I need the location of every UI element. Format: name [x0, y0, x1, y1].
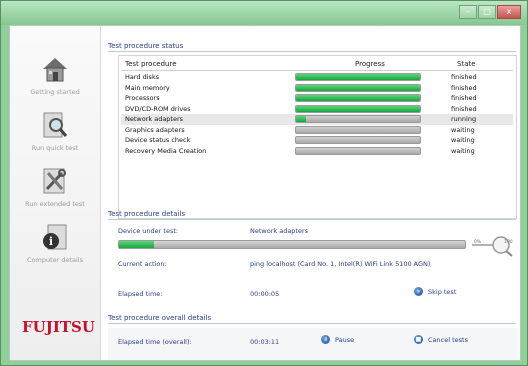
tools-icon [40, 166, 70, 196]
test-name: Network adapters [125, 115, 184, 123]
progress-bar [295, 115, 421, 123]
test-name: Recovery Media Creation [125, 146, 207, 155]
overall-elapsed-value: 00:03:11 [250, 338, 280, 346]
cancel-icon: ■ [414, 335, 423, 344]
test-state: finished [451, 83, 477, 92]
table-row: DVD/CD-ROM drives finished [121, 104, 513, 115]
divider [108, 51, 516, 52]
svg-text:i: i [49, 235, 53, 248]
sidebar-item-run-extended-test[interactable]: Run extended test [10, 166, 100, 208]
table-row: Network adapters running [121, 114, 513, 125]
test-state: waiting [451, 125, 475, 134]
info-icon: i [40, 222, 70, 252]
device-label: Device under test: [118, 227, 179, 235]
test-name: Graphics adapters [125, 125, 185, 134]
test-state: running [451, 115, 477, 123]
pause-button[interactable]: ॥ Pause [321, 335, 354, 344]
magnifier-icon [40, 110, 70, 140]
house-icon [40, 54, 70, 84]
gauge-max-label: 100 [504, 239, 513, 245]
pause-icon: ॥ [321, 335, 330, 344]
progress-bar [295, 94, 421, 102]
sidebar-item-getting-started[interactable]: Getting started [10, 54, 100, 96]
table-row: Main memory finished [121, 83, 513, 94]
progress-bar [295, 104, 421, 113]
table-row: Graphics adapters waiting [121, 125, 513, 136]
details-section-title: Test procedure details [108, 210, 186, 218]
column-header-test: Test procedure [125, 60, 177, 68]
sidebar-item-run-quick-test[interactable]: Run quick test [10, 110, 100, 152]
test-name: DVD/CD-ROM drives [125, 104, 191, 113]
progress-fill [296, 105, 420, 112]
progress-bar [295, 83, 421, 92]
client-area: Getting started Run quick test Run exten… [9, 25, 521, 361]
table-row: Processors finished [121, 93, 513, 104]
minimize-button[interactable]: – [459, 5, 477, 19]
status-table: Test procedure Progress State Hard disks… [118, 55, 517, 219]
device-value: Network adapters [250, 227, 309, 235]
close-button[interactable]: x [497, 5, 521, 19]
app-window: – □ x Getting started Run quick test Run… [0, 0, 528, 366]
action-label: Current action: [118, 260, 167, 268]
overall-section-title: Test procedure overall details [108, 314, 212, 322]
progress-fill [296, 116, 306, 122]
sidebar-item-label: Getting started [30, 88, 80, 96]
progress-fill [296, 84, 420, 91]
action-value: ping localhost (Card No. 1, Intel(R) WiF… [250, 260, 431, 268]
pause-label: Pause [335, 335, 355, 344]
test-state: waiting [451, 136, 475, 144]
main-panel: Test procedure status Test procedure Pro… [108, 26, 518, 360]
progress-bar [295, 146, 421, 155]
sidebar-item-label: Run quick test [31, 144, 79, 152]
cancel-tests-label: Cancel tests [428, 335, 468, 344]
progress-fill [296, 74, 420, 80]
title-bar[interactable]: – □ x [1, 1, 527, 25]
progress-bar [295, 125, 421, 134]
test-state: finished [451, 73, 477, 81]
sidebar: Getting started Run quick test Run exten… [10, 26, 101, 360]
test-state: waiting [451, 146, 475, 155]
divider [108, 219, 516, 220]
maximize-button[interactable]: □ [478, 5, 496, 19]
fujitsu-logo: FUJITSU [22, 318, 95, 336]
test-name: Main memory [125, 83, 170, 92]
divider [108, 323, 516, 324]
gauge-min-label: 0% [474, 239, 482, 245]
table-row: Device status check waiting [121, 135, 513, 146]
progress-fill [119, 241, 154, 248]
skip-test-button[interactable]: » Skip test [414, 287, 456, 296]
skip-test-label: Skip test [428, 287, 457, 296]
cancel-tests-button[interactable]: ■ Cancel tests [414, 335, 468, 344]
skip-icon: » [414, 287, 423, 296]
table-row: Hard disks finished [121, 72, 513, 83]
progress-bar [295, 73, 421, 81]
window-controls: – □ x [458, 5, 521, 19]
progress-fill [296, 95, 420, 101]
gauge-icon: 0% 100 [472, 233, 514, 257]
test-name: Hard disks [125, 73, 160, 81]
sidebar-item-label: Computer details [26, 256, 84, 264]
table-row: Recovery Media Creation waiting [121, 146, 513, 157]
status-section-title: Test procedure status [108, 42, 184, 50]
sidebar-item-computer-details[interactable]: i Computer details [10, 222, 100, 264]
test-state: finished [451, 94, 477, 102]
column-header-state: State [457, 60, 476, 68]
header-divider [121, 70, 513, 71]
column-header-progress: Progress [355, 60, 385, 68]
overall-elapsed-label: Elapsed time (overall): [118, 338, 192, 346]
elapsed-label: Elapsed time: [118, 290, 163, 298]
test-name: Device status check [125, 136, 191, 144]
sidebar-item-label: Run extended test [25, 200, 85, 208]
elapsed-value: 00:00:05 [250, 290, 280, 298]
test-name: Processors [125, 94, 160, 102]
test-state: finished [451, 104, 477, 113]
progress-bar [295, 136, 421, 144]
current-test-progress-bar [118, 240, 466, 249]
